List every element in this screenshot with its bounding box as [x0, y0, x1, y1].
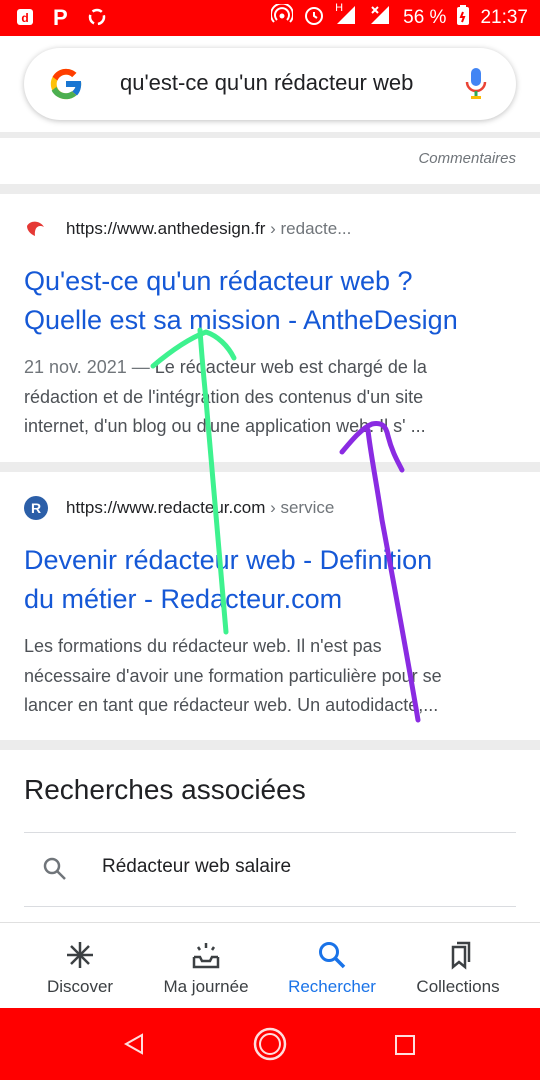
- back-icon[interactable]: [122, 1032, 146, 1061]
- battery-level: 56 %: [403, 7, 447, 28]
- result-date: 21 nov. 2021 —: [24, 357, 150, 377]
- result-title-link[interactable]: Devenir rédacteur web - Definition du mé…: [24, 541, 524, 619]
- result-snippet: 21 nov. 2021 — Le rédacteur web est char…: [24, 357, 427, 436]
- nav-label: Collections: [416, 977, 500, 996]
- svg-text:P: P: [53, 6, 68, 28]
- related-search-item[interactable]: Rédacteur web salaire: [0, 842, 540, 898]
- alarm-icon: [303, 4, 325, 32]
- search-header: qu'est-ce qu'un rédacteur web: [0, 36, 540, 134]
- p-app-icon: P: [50, 6, 72, 28]
- asterisk-icon: [64, 939, 96, 971]
- result-url[interactable]: https://www.redacteur.com › service: [66, 498, 334, 518]
- search-result: https://www.anthedesign.fr › redacte... …: [0, 194, 540, 462]
- nav-label: Ma journée: [163, 977, 249, 996]
- related-search-label[interactable]: Rédacteur web salaire: [102, 856, 291, 878]
- recents-icon[interactable]: [394, 1034, 416, 1061]
- result-title-line[interactable]: Quelle est sa mission - AntheDesign: [24, 301, 524, 340]
- clock: 21:37: [480, 7, 528, 28]
- search-input[interactable]: qu'est-ce qu'un rédacteur web: [120, 70, 430, 96]
- comments-row: Commentaires: [0, 140, 540, 182]
- anthedesign-favicon-icon: [24, 218, 48, 242]
- result-title-link[interactable]: Qu'est-ce qu'un rédacteur web ? Quelle e…: [24, 262, 524, 340]
- nav-discover[interactable]: Discover: [20, 923, 140, 1009]
- nav-rechercher[interactable]: Rechercher: [272, 923, 392, 1009]
- redacteur-favicon-icon: R: [24, 496, 48, 520]
- svg-text:R: R: [31, 500, 41, 516]
- result-title-line[interactable]: Devenir rédacteur web - Definition: [24, 541, 524, 580]
- divider-bar: [0, 184, 540, 194]
- battery-icon: [456, 4, 470, 32]
- nav-ma-journee[interactable]: Ma journée: [146, 923, 266, 1009]
- related-searches-title: Recherches associées: [24, 774, 306, 805]
- network-type: H: [335, 2, 344, 14]
- signal-icon: H: [335, 2, 359, 32]
- microphone-icon[interactable]: [464, 66, 488, 102]
- result-snippet: Les formations du rédacteur web. Il n'es…: [24, 636, 442, 715]
- bottom-navigation: Discover Ma journée Rechercher Collectio…: [0, 922, 540, 1009]
- nav-label: Rechercher: [288, 977, 376, 996]
- system-navigation-bar: [0, 1008, 540, 1080]
- sunrise-inbox-icon: [190, 939, 222, 971]
- divider: [24, 832, 516, 833]
- divider-bar: [0, 462, 540, 472]
- hotspot-icon: [270, 2, 295, 32]
- svg-text:d: d: [21, 11, 28, 25]
- divider-bar: [0, 132, 540, 138]
- result-title-line[interactable]: Qu'est-ce qu'un rédacteur web ?: [24, 262, 524, 301]
- bookmarks-icon: [442, 939, 474, 971]
- divider: [24, 906, 516, 907]
- search-box[interactable]: qu'est-ce qu'un rédacteur web: [24, 48, 516, 120]
- nav-label: Discover: [46, 977, 114, 996]
- status-bar: d P H 56 % 21:37: [0, 0, 540, 36]
- app-notification-icon: d: [14, 6, 36, 28]
- search-result: R https://www.redacteur.com › service De…: [0, 472, 540, 740]
- search-icon: [316, 939, 348, 971]
- home-icon[interactable]: [252, 1026, 288, 1067]
- no-signal-icon: [369, 4, 393, 32]
- nav-collections[interactable]: Collections: [398, 923, 518, 1009]
- result-title-line[interactable]: du métier - Redacteur.com: [24, 580, 524, 619]
- result-url[interactable]: https://www.anthedesign.fr › redacte...: [66, 219, 351, 239]
- search-icon: [42, 856, 68, 882]
- sync-icon: [86, 6, 108, 28]
- comments-link[interactable]: Commentaires: [418, 150, 516, 167]
- google-logo-icon: [46, 64, 86, 104]
- divider-bar: [0, 740, 540, 750]
